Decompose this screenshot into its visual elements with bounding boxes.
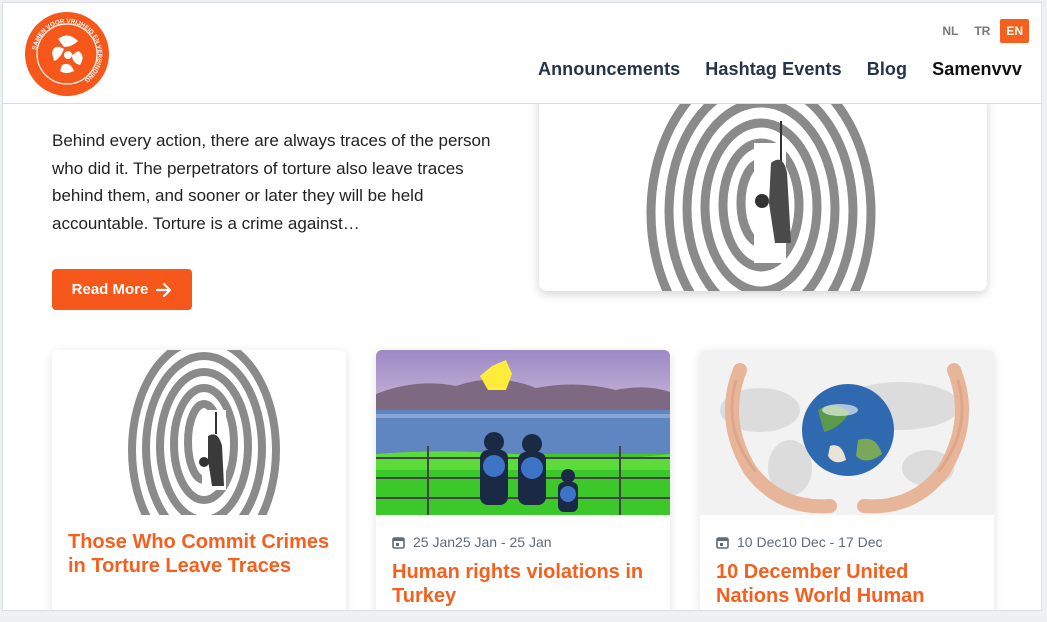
- featured-excerpt: Behind every action, there are always tr…: [52, 131, 491, 233]
- featured-post: Behind every action, there are always tr…: [19, 93, 1028, 333]
- nav-hashtag-events[interactable]: Hashtag Events: [705, 59, 841, 80]
- featured-image[interactable]: [539, 93, 987, 291]
- card-title[interactable]: Those Who Commit Crimes in Torture Leave…: [68, 530, 330, 578]
- read-more-button[interactable]: Read More: [52, 269, 192, 310]
- site-logo[interactable]: SAMEN VOOR VRIJHEID EN VERBINDING: [24, 11, 110, 97]
- event-date-text: 25 Jan25 Jan - 25 Jan: [413, 534, 552, 550]
- nav-blog[interactable]: Blog: [867, 59, 907, 80]
- nav-announcements[interactable]: Announcements: [538, 59, 680, 80]
- post-card[interactable]: Those Who Commit Crimes in Torture Leave…: [52, 350, 346, 610]
- site-header: SAMEN VOOR VRIJHEID EN VERBINDING NL TR …: [3, 3, 1041, 104]
- main-nav: Announcements Hashtag Events Blog Samenv…: [538, 59, 1022, 80]
- lang-nl[interactable]: NL: [936, 19, 964, 43]
- event-card[interactable]: 10 Dec10 Dec - 17 Dec 10 December United…: [700, 350, 994, 610]
- lang-en[interactable]: EN: [1000, 19, 1029, 43]
- language-switcher: NL TR EN: [936, 19, 1029, 43]
- family-illustration: [376, 350, 670, 515]
- fingerprint-illustration: [539, 93, 987, 291]
- event-date-text: 10 Dec10 Dec - 17 Dec: [737, 534, 883, 550]
- fingerprint-thumbnail: [52, 350, 346, 515]
- lang-tr[interactable]: TR: [968, 19, 996, 43]
- calendar-icon: [392, 536, 405, 549]
- calendar-icon: [716, 536, 729, 549]
- event-date: 25 Jan25 Jan - 25 Jan: [392, 534, 552, 550]
- nav-samenvvv[interactable]: Samenvvv: [932, 59, 1022, 80]
- page-frame: Behind every action, there are always tr…: [2, 2, 1042, 611]
- read-more-label: Read More: [71, 281, 149, 298]
- card-title[interactable]: Human rights violations in Turkey: [392, 560, 654, 608]
- content-column: [19, 343, 43, 610]
- event-date: 10 Dec10 Dec - 17 Dec: [716, 534, 883, 550]
- event-card[interactable]: 25 Jan25 Jan - 25 Jan Human rights viola…: [376, 350, 670, 610]
- card-title[interactable]: 10 December United Nations World Human: [716, 560, 978, 608]
- globe-hands-illustration: [700, 350, 994, 515]
- arrow-right-icon: [156, 282, 172, 297]
